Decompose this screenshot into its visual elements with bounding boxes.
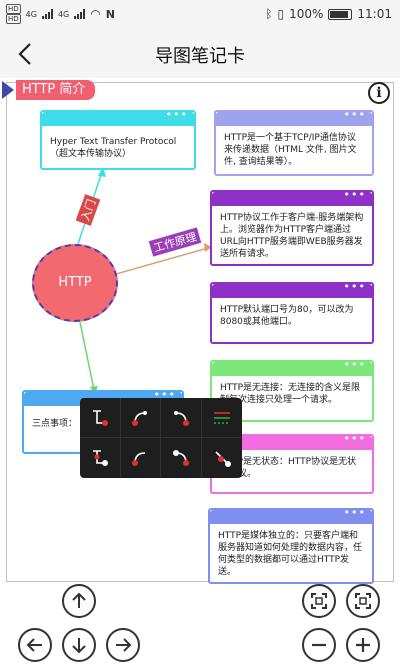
status-right: ᛒ ▯ 100% 11:01 xyxy=(265,7,392,21)
fit-screen-icon xyxy=(311,593,327,609)
arrow-up-icon xyxy=(72,592,86,608)
zoom-in-button[interactable] xyxy=(346,628,380,662)
node-media-independent[interactable]: ••• HTTP是媒体独立的：只要客户端和服务器知道如何处理的数据内容，任何类型… xyxy=(208,506,374,584)
center-node[interactable]: HTTP xyxy=(32,244,118,322)
arrow-right-icon xyxy=(116,638,132,652)
edit-toolbar xyxy=(80,398,242,478)
node-text: HTTP是一个基于TCP/IP通信协议来传递数据（HTML 文件, 图片文件, … xyxy=(224,133,357,167)
node-working-principle[interactable]: ••• HTTP协议工作于客户端-服务端架构上。浏览器作为HTTP客户端通过UR… xyxy=(210,188,374,266)
delete-node-icon xyxy=(215,451,231,467)
expand-icon xyxy=(355,593,371,609)
minus-icon xyxy=(312,643,326,647)
actual-size-button[interactable] xyxy=(346,584,380,618)
node-definition[interactable]: ••• HTTP是一个基于TCP/IP通信协议来传递数据（HTML 文件, 图片… xyxy=(214,108,374,176)
plus-icon xyxy=(356,638,370,652)
arrow-left-icon xyxy=(26,638,42,652)
insert-child-icon xyxy=(92,450,108,466)
bluetooth-icon: ᛒ xyxy=(265,7,273,21)
zoom-out-button[interactable] xyxy=(302,628,336,662)
connect-tool[interactable] xyxy=(121,438,161,478)
page-title: 导图笔记卡 xyxy=(155,46,245,67)
add-sibling-icon xyxy=(132,410,148,426)
fit-screen-button[interactable] xyxy=(302,584,336,618)
add-child-tool[interactable] xyxy=(80,398,121,438)
connect-icon xyxy=(132,452,146,466)
delete-tool[interactable] xyxy=(202,438,243,478)
wifi-icon: ◠ xyxy=(90,7,101,21)
node-text: HTTP是媒体独立的：只要客户端和服务器知道如何处理的数据内容，任何类型的数据都… xyxy=(218,531,363,577)
insert-child-tool[interactable] xyxy=(80,438,121,478)
clock: 11:01 xyxy=(357,7,392,21)
pan-down-button[interactable] xyxy=(62,628,96,662)
signal-bars-icon xyxy=(41,9,53,19)
pan-right-button[interactable] xyxy=(106,628,140,662)
line-style-icon xyxy=(213,411,230,424)
reconnect-tool[interactable] xyxy=(161,438,202,478)
vibrate-icon: ▯ xyxy=(277,7,285,21)
arrow-down-icon xyxy=(72,638,86,654)
status-bar: HD HD 4G 4G ◠ N ᛒ ▯ 100% 11:01 xyxy=(0,0,400,30)
mindmap-canvas[interactable]: HTTP 简介 i 入门 工作原理 HTTP ••• Hyper Text Tr… xyxy=(0,78,400,666)
battery-icon xyxy=(328,8,353,20)
style-tool[interactable] xyxy=(201,398,242,438)
node-text: Hyper Text Transfer Protocol（超文本传输协议） xyxy=(50,137,177,159)
pan-up-button[interactable] xyxy=(62,584,96,618)
battery-percent: 100% xyxy=(289,7,324,21)
add-parent-icon xyxy=(173,410,189,426)
add-sibling-tool[interactable] xyxy=(120,398,161,438)
node-text: HTTP协议工作于客户端-服务端架构上。浏览器作为HTTP客户端通过URL向HT… xyxy=(220,213,364,259)
node-default-port[interactable]: ••• HTTP默认端口号为80，可以改为8080或其他端口。 xyxy=(210,280,374,344)
status-left: HD HD 4G 4G ◠ N xyxy=(6,4,115,24)
sim1-network-type: 4G xyxy=(25,9,37,19)
app-bar: 导图笔记卡 xyxy=(0,30,400,78)
nfc-icon: N xyxy=(105,7,115,21)
sim1-signal: HD HD xyxy=(6,4,21,24)
signal-bars-2-icon xyxy=(74,9,86,19)
node-full-name[interactable]: ••• Hyper Text Transfer Protocol（超文本传输协议… xyxy=(40,108,196,170)
pan-left-button[interactable] xyxy=(18,628,52,662)
add-child-icon xyxy=(92,409,108,426)
reconnect-icon xyxy=(172,450,189,466)
sim2-network-type: 4G xyxy=(57,9,70,19)
node-text: HTTP默认端口号为80，可以改为8080或其他端口。 xyxy=(220,305,354,327)
add-parent-tool[interactable] xyxy=(161,398,202,438)
